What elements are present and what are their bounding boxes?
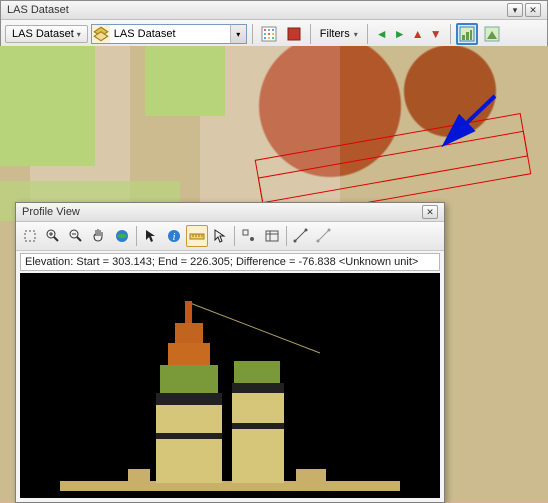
las-dataset-toolbar: LAS Dataset ▾ ✕ LAS Dataset LAS Dataset … xyxy=(0,0,548,49)
profile-view-window: Profile View ✕ i Elevation: Start = 303.… xyxy=(15,202,445,503)
layer-icon xyxy=(92,25,110,43)
three-d-view-button[interactable] xyxy=(481,23,503,45)
map-feature xyxy=(0,46,95,166)
separator xyxy=(367,24,368,44)
pick-tool-icon[interactable] xyxy=(140,225,162,247)
separator xyxy=(252,24,253,44)
close-button[interactable]: ✕ xyxy=(525,3,541,17)
points-display-icon[interactable] xyxy=(258,23,280,45)
window-title: LAS Dataset xyxy=(7,4,69,16)
svg-text:i: i xyxy=(173,232,176,243)
polygon-tool-icon[interactable] xyxy=(313,225,335,247)
edit-points-icon[interactable] xyxy=(238,225,260,247)
pan-icon[interactable] xyxy=(88,225,110,247)
titlebar[interactable]: LAS Dataset ▾ ✕ xyxy=(1,1,547,20)
zoom-out-icon[interactable] xyxy=(65,225,87,247)
profile-render xyxy=(20,273,440,498)
measure-icon[interactable] xyxy=(186,225,208,247)
attributes-icon[interactable] xyxy=(261,225,283,247)
profile-toolbar: i xyxy=(16,222,444,251)
filters-label: Filters xyxy=(320,28,350,40)
filters-menu[interactable]: Filters xyxy=(316,26,362,42)
identify-icon[interactable]: i xyxy=(163,225,185,247)
layer-combo-value: LAS Dataset xyxy=(110,28,230,40)
profile-canvas[interactable] xyxy=(20,273,440,498)
pointer-icon[interactable] xyxy=(209,225,231,247)
annotation-arrow-icon xyxy=(440,94,500,154)
map-feature xyxy=(145,46,225,116)
line-tool-icon[interactable] xyxy=(290,225,312,247)
profile-view-button[interactable] xyxy=(456,23,478,45)
nav-right-button[interactable]: ► xyxy=(391,23,409,45)
separator xyxy=(136,226,137,246)
nav-down-button[interactable]: ▼ xyxy=(427,23,445,45)
minimize-button[interactable]: ▾ xyxy=(507,3,523,17)
zoom-in-icon[interactable] xyxy=(42,225,64,247)
separator xyxy=(234,226,235,246)
las-dataset-menu[interactable]: LAS Dataset xyxy=(5,25,88,43)
nav-left-button[interactable]: ◄ xyxy=(373,23,391,45)
separator xyxy=(286,226,287,246)
profile-status-text: Elevation: Start = 303.143; End = 226.30… xyxy=(20,253,440,271)
separator xyxy=(450,24,451,44)
layer-combo[interactable]: LAS Dataset ▾ xyxy=(91,24,247,44)
profile-window-title: Profile View xyxy=(22,206,80,218)
toolbar-row: LAS Dataset LAS Dataset ▾ Filters xyxy=(1,20,547,48)
profile-titlebar[interactable]: Profile View ✕ xyxy=(16,203,444,222)
las-dataset-menu-label: LAS Dataset xyxy=(12,28,74,40)
nav-up-button[interactable]: ▲ xyxy=(409,23,427,45)
full-extent-icon[interactable] xyxy=(111,225,133,247)
profile-close-button[interactable]: ✕ xyxy=(422,205,438,219)
separator xyxy=(310,24,311,44)
layer-combo-arrow[interactable]: ▾ xyxy=(230,25,246,43)
select-tool-icon[interactable] xyxy=(19,225,41,247)
surface-display-icon[interactable] xyxy=(283,23,305,45)
profile-selection-centerline xyxy=(258,131,528,203)
